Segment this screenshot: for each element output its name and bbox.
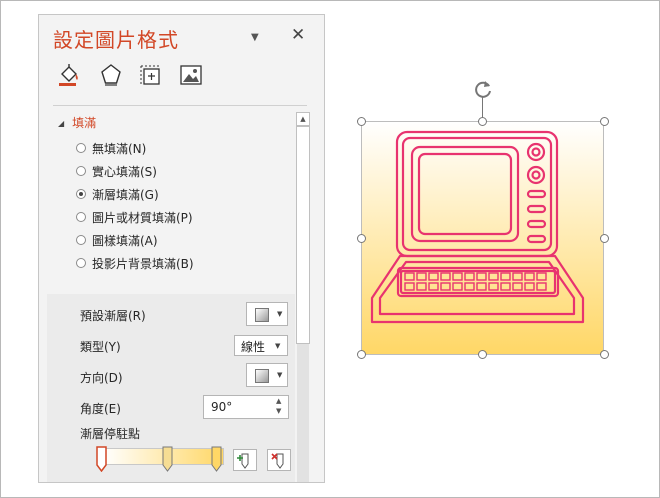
radio-circle xyxy=(76,212,86,222)
resize-handle-bottom-left[interactable] xyxy=(357,350,366,359)
gradient-stop-3[interactable] xyxy=(211,446,222,472)
tabs-separator xyxy=(53,105,307,106)
pentagon-icon xyxy=(101,64,121,86)
resize-handle-top-left[interactable] xyxy=(357,117,366,126)
remove-stop-icon xyxy=(271,453,284,469)
type-label: 類型(Y) xyxy=(80,340,121,354)
pane-title: 設定圖片格式 xyxy=(53,28,179,52)
resize-handle-top[interactable] xyxy=(478,117,487,126)
direction-button[interactable]: ▼ xyxy=(246,363,288,387)
radio-no-fill[interactable]: 無填滿(N) xyxy=(76,138,146,158)
size-icon xyxy=(140,65,161,85)
radio-label: 圖樣填滿(A) xyxy=(92,233,158,248)
tab-fill-line[interactable] xyxy=(57,63,81,87)
radio-gradient-fill[interactable]: 漸層填滿(G) xyxy=(76,184,159,204)
gradient-swatch xyxy=(255,308,269,322)
spin-down-icon[interactable]: ▼ xyxy=(276,407,281,415)
format-picture-pane: 設定圖片格式 ▼ ✕ ◢ 填滿 無填滿(N) 實心填滿(S) 漸層填滿(G) 圖… xyxy=(38,14,325,483)
gradient-stop-1[interactable] xyxy=(96,446,107,472)
direction-swatch xyxy=(255,369,269,383)
tab-picture[interactable] xyxy=(179,63,203,87)
dropdown-arrow-icon: ▼ xyxy=(277,310,283,318)
gradient-stops-label: 漸層停駐點 xyxy=(80,427,141,441)
radio-circle xyxy=(76,143,86,153)
resize-handle-bottom[interactable] xyxy=(478,350,487,359)
radio-circle xyxy=(76,166,86,176)
radio-solid-fill[interactable]: 實心填滿(S) xyxy=(76,161,157,181)
radio-label: 投影片背景填滿(B) xyxy=(92,256,194,271)
preset-gradient-button[interactable]: ▼ xyxy=(246,302,288,326)
gradient-stop-2[interactable] xyxy=(162,446,173,472)
radio-label: 無填滿(N) xyxy=(92,141,147,156)
radio-picture-texture-fill[interactable]: 圖片或材質填滿(P) xyxy=(76,207,193,227)
gradient-type-value: 線性 xyxy=(241,340,266,354)
gradient-type-select[interactable]: 線性 ▼ xyxy=(234,335,288,356)
radio-circle xyxy=(76,235,86,245)
radio-label: 漸層填滿(G) xyxy=(92,187,159,202)
resize-handle-top-right[interactable] xyxy=(600,117,609,126)
radio-label: 實心填滿(S) xyxy=(92,164,157,179)
close-pane-button[interactable]: ✕ xyxy=(291,25,305,45)
preset-gradient-label: 預設漸層(R) xyxy=(80,309,146,323)
add-gradient-stop-button[interactable] xyxy=(233,449,257,471)
pane-scrollbar[interactable]: ▲ xyxy=(296,112,310,482)
fill-section-title: 填滿 xyxy=(72,116,97,130)
radio-circle xyxy=(76,258,86,268)
scroll-up-button[interactable]: ▲ xyxy=(296,112,310,126)
tab-size-properties[interactable] xyxy=(139,63,163,87)
dropdown-arrow-icon: ▼ xyxy=(275,342,281,350)
pane-tabs xyxy=(53,63,303,93)
add-stop-icon xyxy=(237,453,249,469)
angle-label: 角度(E) xyxy=(80,402,121,416)
radio-slide-background-fill[interactable]: 投影片背景填滿(B) xyxy=(76,253,194,273)
radio-pattern-fill[interactable]: 圖樣填滿(A) xyxy=(76,230,158,250)
scrollbar-thumb[interactable] xyxy=(296,126,310,344)
pane-options-dropdown[interactable]: ▼ xyxy=(251,32,259,43)
radio-circle-selected xyxy=(76,189,86,199)
direction-label: 方向(D) xyxy=(80,371,123,385)
selected-picture[interactable] xyxy=(361,121,604,355)
fill-section-header[interactable]: ◢ 填滿 xyxy=(58,114,96,131)
resize-handle-right[interactable] xyxy=(600,234,609,243)
angle-value: 90° xyxy=(211,400,233,414)
resize-handle-left[interactable] xyxy=(357,234,366,243)
paint-bucket-icon xyxy=(59,64,78,86)
scrollbar-track[interactable] xyxy=(297,344,309,482)
pane-content: ◢ 填滿 無填滿(N) 實心填滿(S) 漸層填滿(G) 圖片或材質填滿(P) 圖樣… xyxy=(39,109,295,482)
retro-computer-icon xyxy=(370,130,585,324)
picture-icon xyxy=(180,65,202,85)
remove-gradient-stop-button[interactable] xyxy=(267,449,291,471)
collapse-triangle-icon: ◢ xyxy=(58,119,65,128)
spin-up-icon[interactable]: ▲ xyxy=(276,397,281,405)
dropdown-arrow-icon: ▼ xyxy=(277,371,283,379)
radio-label: 圖片或材質填滿(P) xyxy=(92,210,193,225)
angle-spinner[interactable]: 90° ▲ ▼ xyxy=(203,395,289,419)
rotate-handle-icon[interactable] xyxy=(472,78,494,100)
resize-handle-bottom-right[interactable] xyxy=(600,350,609,359)
tab-effects[interactable] xyxy=(99,63,123,87)
